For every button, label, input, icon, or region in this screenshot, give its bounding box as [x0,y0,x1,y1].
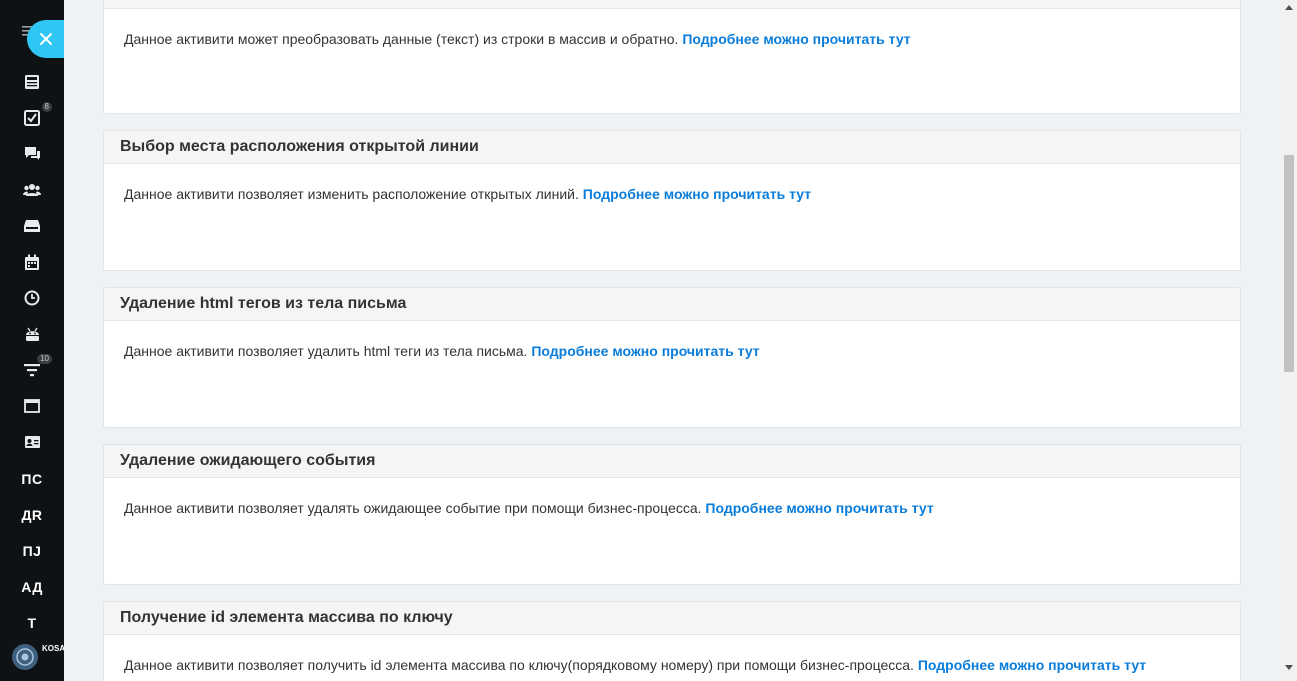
card-title: Выбор места расположения открытой линии [104,131,1240,164]
android-icon [25,327,39,341]
card-description: Данное активити позволяет удалить html т… [124,343,528,359]
avatar-icon [16,648,34,666]
filter-icon [24,364,40,377]
read-more-link[interactable]: Подробнее можно прочитать тут [531,343,759,359]
card-title: Получение id элемента массива по ключу [104,602,1240,635]
filter-count-badge: 10 [37,354,52,364]
activity-card: Данное активити может преобразовать данн… [103,0,1241,114]
drive-icon [24,220,40,232]
sidebar-item-feed[interactable] [18,68,46,96]
read-more-link[interactable]: Подробнее можно прочитать тут [918,657,1146,673]
close-icon [40,33,52,45]
sidebar-item-groups[interactable] [18,176,46,204]
sidebar-item-filter[interactable]: 10 [18,354,52,384]
read-more-link[interactable]: Подробнее можно прочитать тут [682,31,910,47]
sidebar-item-label: ПС [21,471,43,487]
calendar-icon [25,254,39,270]
sidebar-item-ps[interactable]: ПС [18,465,46,493]
close-button[interactable] [27,20,65,58]
sidebar-item-contacts[interactable] [18,428,46,456]
card-body: Данное активити позволяет удалять ожидаю… [104,478,1240,516]
sidebar-item-ad[interactable]: АД [18,573,46,601]
card-description: Данное активити позволяет изменить распо… [124,186,579,202]
sidebar-item-t[interactable]: Т [18,609,46,637]
sidebar-item-label: ПЈ [22,543,42,559]
card-description: Данное активити позволяет удалять ожидаю… [124,500,702,516]
sidebar-item-chat[interactable] [18,140,46,168]
card-body: Данное активити позволяет изменить распо… [104,164,1240,202]
task-checkbox-icon [24,110,40,126]
scroll-up-arrow-icon[interactable] [1285,5,1293,10]
activity-card: Выбор места расположения открытой линии … [103,130,1241,271]
activity-card: Удаление ожидающего события Данное актив… [103,444,1241,585]
sidebar-item-label: Т [27,615,37,631]
sidebar-item-timeman[interactable] [18,284,46,312]
sidebar-item-label: ДR [21,507,43,523]
sidebar-item-dr[interactable]: ДR [18,501,46,529]
sidebar-item-label: АД [21,579,43,595]
chat-icon [24,147,40,160]
card-title: Удаление ожидающего события [104,445,1240,478]
sidebar-item-pj[interactable]: ПЈ [18,537,46,565]
card-title: Удаление html тегов из тела письма [104,288,1240,321]
user-label[interactable]: KOSA ВСЁ Б [42,644,64,654]
clock-icon [24,290,40,306]
main-content: Данное активити может преобразовать данн… [64,0,1281,681]
sidebar-item-window[interactable] [18,392,46,420]
read-more-link[interactable]: Подробнее можно прочитать тут [705,500,933,516]
left-sidebar: 8 10 ПС ДR ПЈ АД Т KOSA [0,0,65,681]
sidebar-item-drive[interactable] [18,212,46,240]
users-icon [23,184,41,196]
card-body: Данное активити позволяет удалить html т… [104,321,1240,359]
card-description: Данное активити позволяет получить id эл… [124,657,914,673]
sidebar-item-calendar[interactable] [18,248,46,276]
card-description: Данное активити может преобразовать данн… [124,31,679,47]
newspaper-icon [25,75,39,89]
user-avatar[interactable] [12,644,38,670]
browser-window-icon [24,399,40,413]
scrollbar-thumb[interactable] [1284,155,1294,372]
tasks-count-badge: 8 [41,102,52,112]
card-body: Данное активити может преобразовать данн… [104,9,1240,47]
card-body: Данное активити позволяет получить id эл… [104,635,1240,673]
contact-card-icon [24,436,40,448]
card-header [104,0,1240,9]
sidebar-item-android[interactable] [18,320,46,348]
activity-card: Удаление html тегов из тела письма Данно… [103,287,1241,428]
read-more-link[interactable]: Подробнее можно прочитать тут [583,186,811,202]
sidebar-item-tasks[interactable]: 8 [18,102,52,132]
scroll-down-arrow-icon[interactable] [1285,665,1293,670]
activity-card: Получение id элемента массива по ключу Д… [103,601,1241,681]
vertical-scrollbar[interactable] [1281,0,1297,681]
